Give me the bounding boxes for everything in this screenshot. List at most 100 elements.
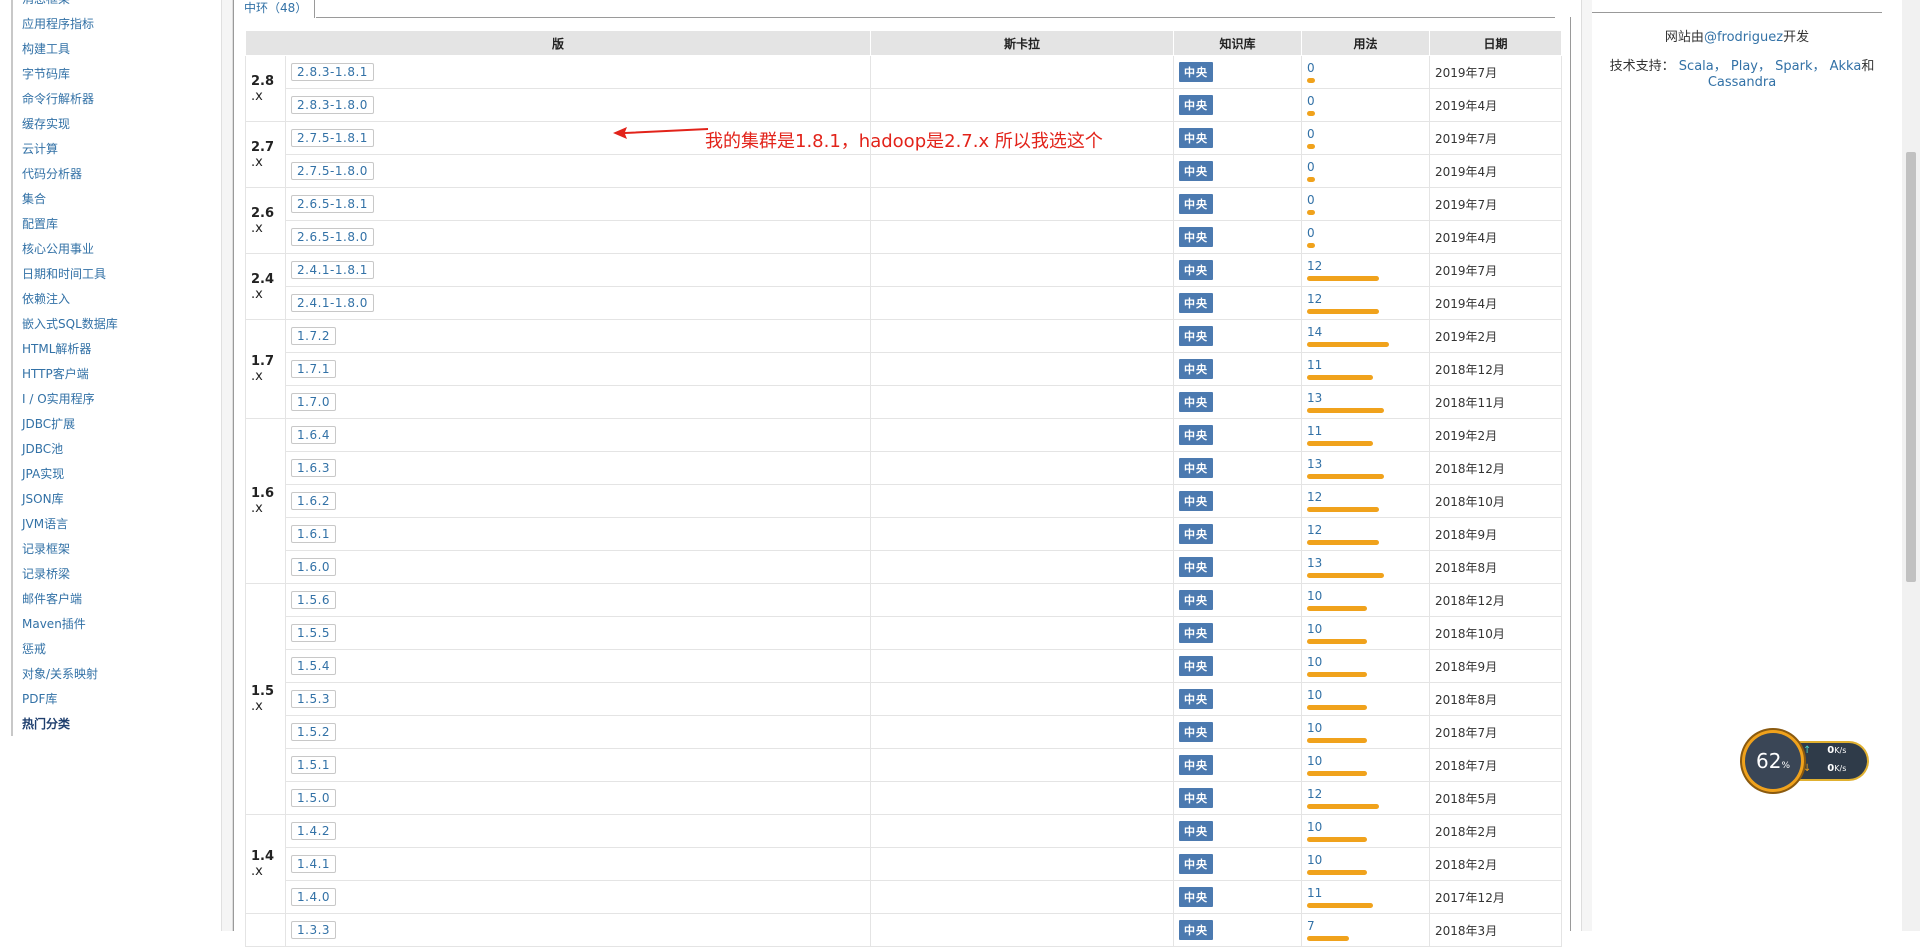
network-speed-widget[interactable]: 62% ↑ 0K/s ↓ 0K/s xyxy=(1745,733,1869,789)
version-link[interactable]: 1.3.3 xyxy=(291,921,337,939)
sidebar-item-link[interactable]: 记录框架 xyxy=(22,542,70,556)
sidebar-item-link[interactable]: PDF库 xyxy=(22,692,57,706)
version-link[interactable]: 1.6.3 xyxy=(291,459,337,477)
sidebar-item-link[interactable]: 邮件客户端 xyxy=(22,592,82,606)
usage-count-link[interactable]: 10 xyxy=(1307,754,1322,768)
sidebar-item-link[interactable]: 字节码库 xyxy=(22,67,70,81)
version-link[interactable]: 1.6.0 xyxy=(291,558,337,576)
tech-link-scala[interactable]: Scala， xyxy=(1679,59,1727,74)
tech-link-akka[interactable]: Akka xyxy=(1830,59,1862,74)
sidebar-item-link[interactable]: 日期和时间工具 xyxy=(22,267,106,281)
version-link[interactable]: 1.5.0 xyxy=(291,789,337,807)
usage-count-link[interactable]: 13 xyxy=(1307,457,1322,471)
repository-badge[interactable]: 中央 xyxy=(1179,293,1214,313)
hot-categories-link[interactable]: 热门分类 xyxy=(22,717,70,731)
usage-count-link[interactable]: 10 xyxy=(1307,589,1322,603)
usage-count-link[interactable]: 10 xyxy=(1307,820,1322,834)
repository-badge[interactable]: 中央 xyxy=(1179,128,1214,148)
sidebar-item-link[interactable]: 缓存实现 xyxy=(22,117,70,131)
sidebar-item-link[interactable]: JSON库 xyxy=(22,492,64,506)
repository-badge[interactable]: 中央 xyxy=(1179,260,1214,280)
usage-count-link[interactable]: 0 xyxy=(1307,193,1315,207)
repository-badge[interactable]: 中央 xyxy=(1179,491,1214,511)
sidebar-item-link[interactable]: 集合 xyxy=(22,192,46,206)
version-link[interactable]: 1.4.2 xyxy=(291,822,337,840)
repository-badge[interactable]: 中央 xyxy=(1179,557,1214,577)
usage-count-link[interactable]: 12 xyxy=(1307,523,1322,537)
repository-badge[interactable]: 中央 xyxy=(1179,623,1214,643)
sidebar-item-link[interactable]: 云计算 xyxy=(22,142,58,156)
repository-badge[interactable]: 中央 xyxy=(1179,656,1214,676)
repository-badge[interactable]: 中央 xyxy=(1179,524,1214,544)
usage-count-link[interactable]: 13 xyxy=(1307,556,1322,570)
usage-count-link[interactable]: 0 xyxy=(1307,127,1315,141)
repository-badge[interactable]: 中央 xyxy=(1179,62,1214,82)
sidebar-item-link[interactable]: I / O实用程序 xyxy=(22,392,95,406)
usage-count-link[interactable]: 10 xyxy=(1307,721,1322,735)
version-link[interactable]: 2.8.3-1.8.0 xyxy=(291,96,374,114)
sidebar-item-link[interactable]: 代码分析器 xyxy=(22,167,82,181)
sidebar-item-link[interactable]: JVM语言 xyxy=(22,517,68,531)
tab-central[interactable]: 中环（48） xyxy=(233,0,315,18)
sidebar-item-link[interactable]: 构建工具 xyxy=(22,42,70,56)
repository-badge[interactable]: 中央 xyxy=(1179,425,1214,445)
sidebar-item-link[interactable]: 命令行解析器 xyxy=(22,92,94,106)
sidebar-item-link[interactable]: JPA实现 xyxy=(22,467,64,481)
sidebar-item-link[interactable]: JDBC扩展 xyxy=(22,417,75,431)
repository-badge[interactable]: 中央 xyxy=(1179,227,1214,247)
sidebar-item-link[interactable]: 消息框架 xyxy=(22,0,70,6)
page-scrollbar[interactable] xyxy=(1902,0,1920,931)
version-link[interactable]: 1.7.2 xyxy=(291,327,337,345)
version-link[interactable]: 1.6.4 xyxy=(291,426,337,444)
version-link[interactable]: 1.6.1 xyxy=(291,525,337,543)
repository-badge[interactable]: 中央 xyxy=(1179,95,1214,115)
repository-badge[interactable]: 中央 xyxy=(1179,887,1214,907)
repository-badge[interactable]: 中央 xyxy=(1179,392,1214,412)
usage-count-link[interactable]: 12 xyxy=(1307,787,1322,801)
usage-count-link[interactable]: 12 xyxy=(1307,259,1322,273)
usage-count-link[interactable]: 0 xyxy=(1307,226,1315,240)
usage-count-link[interactable]: 10 xyxy=(1307,622,1322,636)
version-link[interactable]: 1.5.2 xyxy=(291,723,337,741)
version-link[interactable]: 1.4.1 xyxy=(291,855,337,873)
version-link[interactable]: 1.5.1 xyxy=(291,756,337,774)
author-link[interactable]: @frodriguez xyxy=(1704,30,1783,45)
sidebar-item-link[interactable]: 配置库 xyxy=(22,217,58,231)
scrollbar-thumb[interactable] xyxy=(1906,152,1916,582)
version-link[interactable]: 2.4.1-1.8.0 xyxy=(291,294,374,312)
sidebar-item-link[interactable]: HTTP客户端 xyxy=(22,367,89,381)
version-link[interactable]: 1.7.1 xyxy=(291,360,337,378)
repository-badge[interactable]: 中央 xyxy=(1179,161,1214,181)
version-link[interactable]: 1.6.2 xyxy=(291,492,337,510)
repository-badge[interactable]: 中央 xyxy=(1179,359,1214,379)
usage-count-link[interactable]: 10 xyxy=(1307,655,1322,669)
usage-count-link[interactable]: 11 xyxy=(1307,358,1322,372)
usage-count-link[interactable]: 10 xyxy=(1307,688,1322,702)
usage-count-link[interactable]: 11 xyxy=(1307,886,1322,900)
sidebar-item-link[interactable]: Maven插件 xyxy=(22,617,86,631)
version-link[interactable]: 2.6.5-1.8.1 xyxy=(291,195,374,213)
version-link[interactable]: 1.5.4 xyxy=(291,657,337,675)
sidebar-item-link[interactable]: 对象/关系映射 xyxy=(22,667,98,681)
repository-badge[interactable]: 中央 xyxy=(1179,722,1214,742)
repository-badge[interactable]: 中央 xyxy=(1179,821,1214,841)
usage-count-link[interactable]: 12 xyxy=(1307,292,1322,306)
usage-count-link[interactable]: 14 xyxy=(1307,325,1322,339)
usage-count-link[interactable]: 0 xyxy=(1307,61,1315,75)
usage-count-link[interactable]: 10 xyxy=(1307,853,1322,867)
version-link[interactable]: 2.6.5-1.8.0 xyxy=(291,228,374,246)
repository-badge[interactable]: 中央 xyxy=(1179,590,1214,610)
version-link[interactable]: 2.7.5-1.8.1 xyxy=(291,129,374,147)
repository-badge[interactable]: 中央 xyxy=(1179,854,1214,874)
tech-link-play[interactable]: Play， xyxy=(1731,59,1771,74)
version-link[interactable]: 1.7.0 xyxy=(291,393,337,411)
sidebar-item-link[interactable]: HTML解析器 xyxy=(22,342,91,356)
version-link[interactable]: 2.8.3-1.8.1 xyxy=(291,63,374,81)
sidebar-item-link[interactable]: JDBC池 xyxy=(22,442,63,456)
repository-badge[interactable]: 中央 xyxy=(1179,755,1214,775)
version-link[interactable]: 1.4.0 xyxy=(291,888,337,906)
repository-badge[interactable]: 中央 xyxy=(1179,326,1214,346)
usage-count-link[interactable]: 0 xyxy=(1307,160,1315,174)
sidebar-item-link[interactable]: 惩戒 xyxy=(22,642,46,656)
version-link[interactable]: 2.4.1-1.8.1 xyxy=(291,261,374,279)
